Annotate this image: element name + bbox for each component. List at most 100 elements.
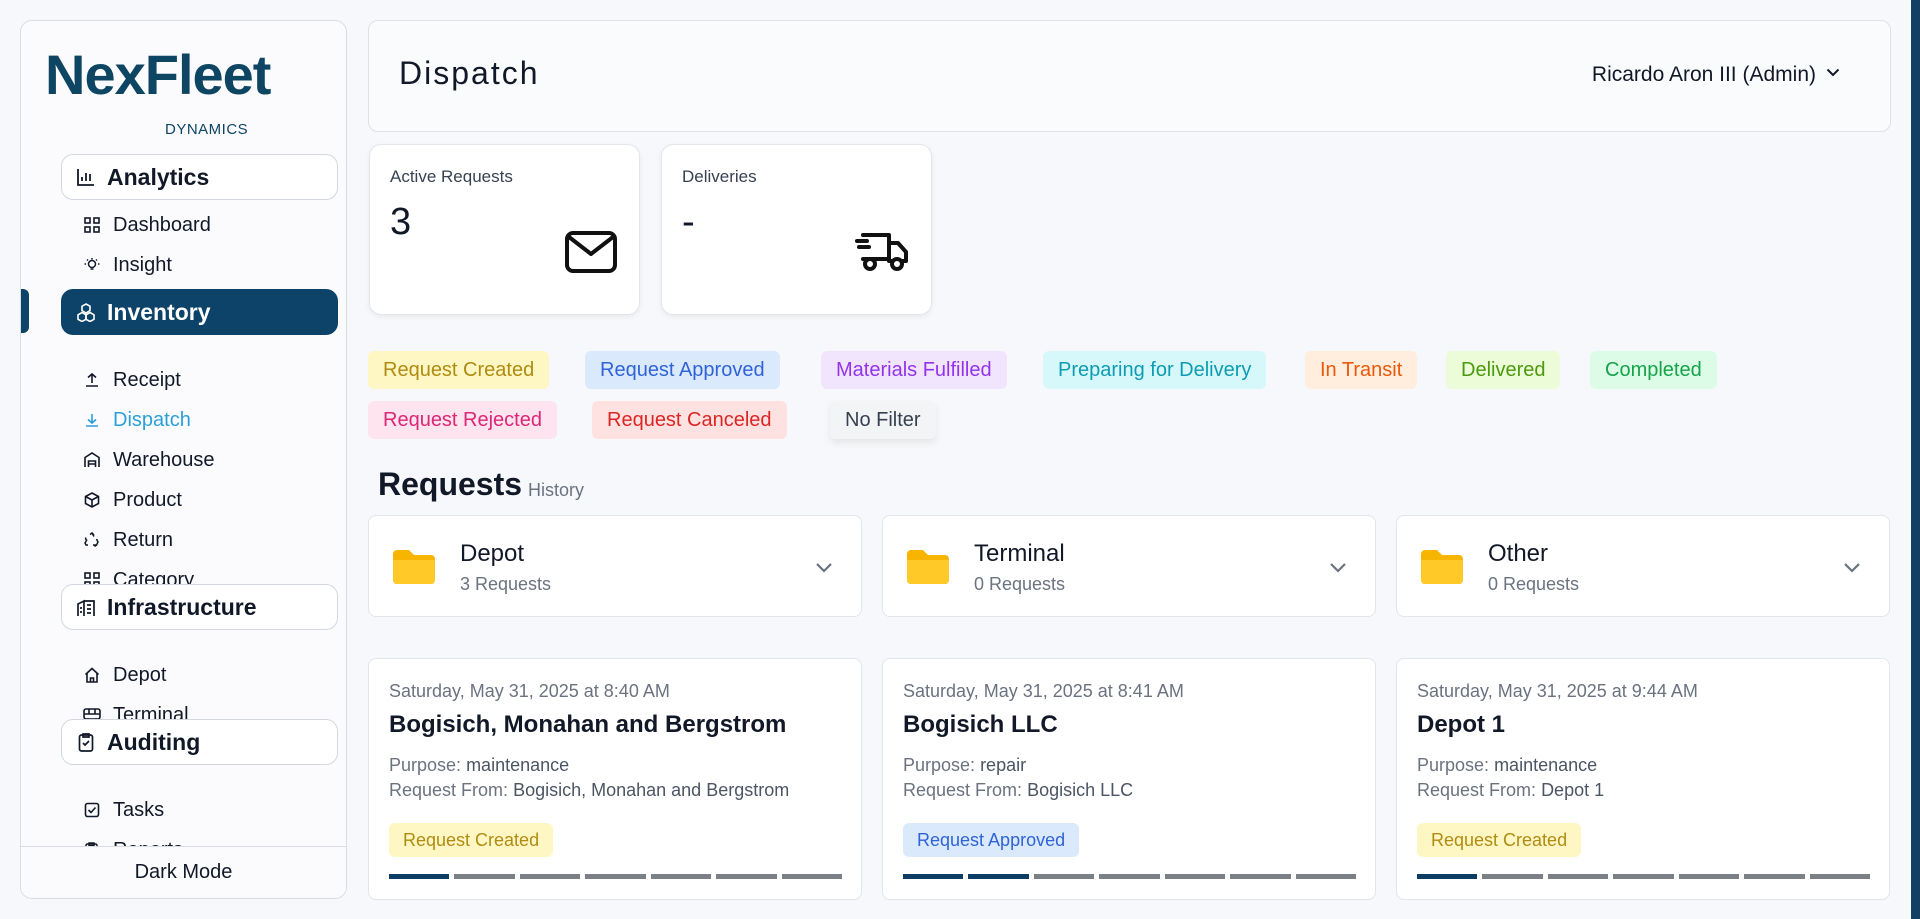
status-badge: Request Created <box>1417 823 1582 857</box>
page-header: Dispatch Ricardo Aron III (Admin) <box>368 20 1891 132</box>
filter-chip-no-filter[interactable]: No Filter <box>830 401 936 439</box>
folder-count: 0 Requests <box>974 574 1066 594</box>
filter-chip-request-canceled[interactable]: Request Canceled <box>592 401 787 439</box>
folder-terminal[interactable]: Terminal 0 Requests <box>882 515 1376 617</box>
sidebar-item-label: Dashboard <box>113 213 211 236</box>
purpose-value: maintenance <box>1494 755 1598 775</box>
sidebar-item-warehouse[interactable]: Warehouse <box>83 446 215 474</box>
sidebar-item-product[interactable]: Product <box>83 486 182 514</box>
request-card[interactable]: Saturday, May 31, 2025 at 9:44 AM Depot … <box>1396 658 1890 900</box>
sidebar-item-return[interactable]: Return <box>83 526 173 554</box>
progress-segment <box>1164 874 1226 879</box>
purpose-value: repair <box>980 755 1027 775</box>
sidebar: NexFleet DYNAMICS Analytics Dashboard In… <box>20 20 347 899</box>
brand-name: NexFleet <box>45 43 271 106</box>
nav-group-label: Analytics <box>107 163 210 190</box>
filter-chip-delivered[interactable]: Delivered <box>1446 351 1561 389</box>
nav-group-analytics[interactable]: Analytics <box>61 154 338 200</box>
request-date: Saturday, May 31, 2025 at 8:41 AM <box>903 681 1184 701</box>
folder-icon <box>1419 548 1465 591</box>
from-label: Request From: <box>903 780 1023 800</box>
sidebar-item-insight[interactable]: Insight <box>83 251 172 279</box>
request-purpose: Purpose: repair <box>903 755 1026 776</box>
section-subtitle[interactable]: History <box>528 480 584 501</box>
sidebar-item-label: Dispatch <box>113 408 191 431</box>
brand-logo[interactable]: NexFleet DYNAMICS <box>45 47 335 139</box>
sidebar-item-label: Return <box>113 528 174 551</box>
filter-chip-completed[interactable]: Completed <box>1590 351 1717 389</box>
stat-value: 3 <box>390 201 412 243</box>
stat-label: Active Requests <box>390 167 513 186</box>
folder-icon <box>391 548 437 591</box>
section-title: Requests <box>378 466 523 502</box>
chart-icon <box>75 166 97 188</box>
request-card[interactable]: Saturday, May 31, 2025 at 8:40 AM Bogisi… <box>368 658 862 900</box>
purpose-label: Purpose: <box>389 755 462 775</box>
purpose-value: maintenance <box>466 755 570 775</box>
progress-segment <box>1613 874 1674 879</box>
folder-name: Depot <box>460 540 525 567</box>
chevron-down-icon[interactable] <box>813 556 835 583</box>
request-name: Bogisich LLC <box>903 711 1058 738</box>
filter-chip-preparing-for-delivery[interactable]: Preparing for Delivery <box>1043 351 1267 389</box>
sidebar-item-receipt[interactable]: Receipt <box>83 366 181 394</box>
sidebar-item-tasks[interactable]: Tasks <box>83 796 164 824</box>
sidebar-item-depot[interactable]: Depot <box>83 661 166 689</box>
sidebar-item-label: Warehouse <box>113 448 215 471</box>
filter-chip-request-approved[interactable]: Request Approved <box>585 351 780 389</box>
stat-value: - <box>682 201 695 243</box>
boxes-icon <box>75 301 97 323</box>
truck-icon <box>855 229 909 278</box>
sidebar-item-dashboard[interactable]: Dashboard <box>83 211 211 239</box>
chevron-down-icon[interactable] <box>1327 556 1349 583</box>
progress-segment <box>1230 874 1291 879</box>
progress-segment <box>1809 874 1870 879</box>
progress-segment <box>1295 874 1356 879</box>
folder-depot[interactable]: Depot 3 Requests <box>368 515 862 617</box>
status-badge: Request Approved <box>903 823 1080 857</box>
nav-group-infrastructure[interactable]: Infrastructure <box>61 584 338 630</box>
chevron-down-icon[interactable] <box>1841 556 1863 583</box>
request-purpose: Purpose: maintenance <box>1417 755 1597 776</box>
active-section-marker <box>21 289 29 333</box>
filter-chip-materials-fulfilled[interactable]: Materials Fulfilled <box>821 351 1007 389</box>
folder-name: Terminal <box>974 540 1065 567</box>
request-card[interactable]: Saturday, May 31, 2025 at 8:41 AM Bogisi… <box>882 658 1376 900</box>
progress-bar <box>1417 874 1870 879</box>
progress-segment <box>585 874 646 879</box>
user-menu[interactable]: Ricardo Aron III (Admin) <box>1592 63 1842 87</box>
box-icon <box>83 491 101 509</box>
sidebar-item-label: Tasks <box>113 798 165 821</box>
request-from: Request From: Depot 1 <box>1417 780 1604 801</box>
sidebar-item-label: Receipt <box>113 368 181 391</box>
progress-bar <box>389 874 842 879</box>
filter-chip-request-rejected[interactable]: Request Rejected <box>368 401 557 439</box>
brand-sub: DYNAMICS <box>165 121 249 138</box>
folder-count: 3 Requests <box>460 574 552 594</box>
building-icon <box>75 596 97 618</box>
sidebar-item-dispatch[interactable]: Dispatch <box>83 406 191 434</box>
mail-icon <box>565 231 617 278</box>
progress-segment <box>903 874 964 879</box>
dark-mode-toggle[interactable]: Dark Mode <box>21 846 346 898</box>
recycle-icon <box>83 531 101 549</box>
folder-other[interactable]: Other 0 Requests <box>1396 515 1890 617</box>
sidebar-item-label: Depot <box>113 663 167 686</box>
folder-icon <box>905 548 951 591</box>
nav-group-auditing[interactable]: Auditing <box>61 719 338 765</box>
filter-chip-request-created[interactable]: Request Created <box>368 351 550 389</box>
filter-chip-in-transit[interactable]: In Transit <box>1305 351 1418 389</box>
nav-group-label: Auditing <box>107 728 201 755</box>
sidebar-item-label: Insight <box>113 253 172 276</box>
request-purpose: Purpose: maintenance <box>389 755 569 776</box>
nav-group-label: Inventory <box>107 298 211 325</box>
request-name: Bogisich, Monahan and Bergstrom <box>389 711 787 738</box>
purpose-label: Purpose: <box>903 755 976 775</box>
purpose-label: Purpose: <box>1417 755 1490 775</box>
from-label: Request From: <box>389 780 509 800</box>
request-name: Depot 1 <box>1417 711 1506 738</box>
progress-segment <box>1099 874 1160 879</box>
clipboard-check-icon <box>75 731 97 753</box>
nav-group-inventory[interactable]: Inventory <box>61 289 338 335</box>
request-date: Saturday, May 31, 2025 at 8:40 AM <box>389 681 670 701</box>
